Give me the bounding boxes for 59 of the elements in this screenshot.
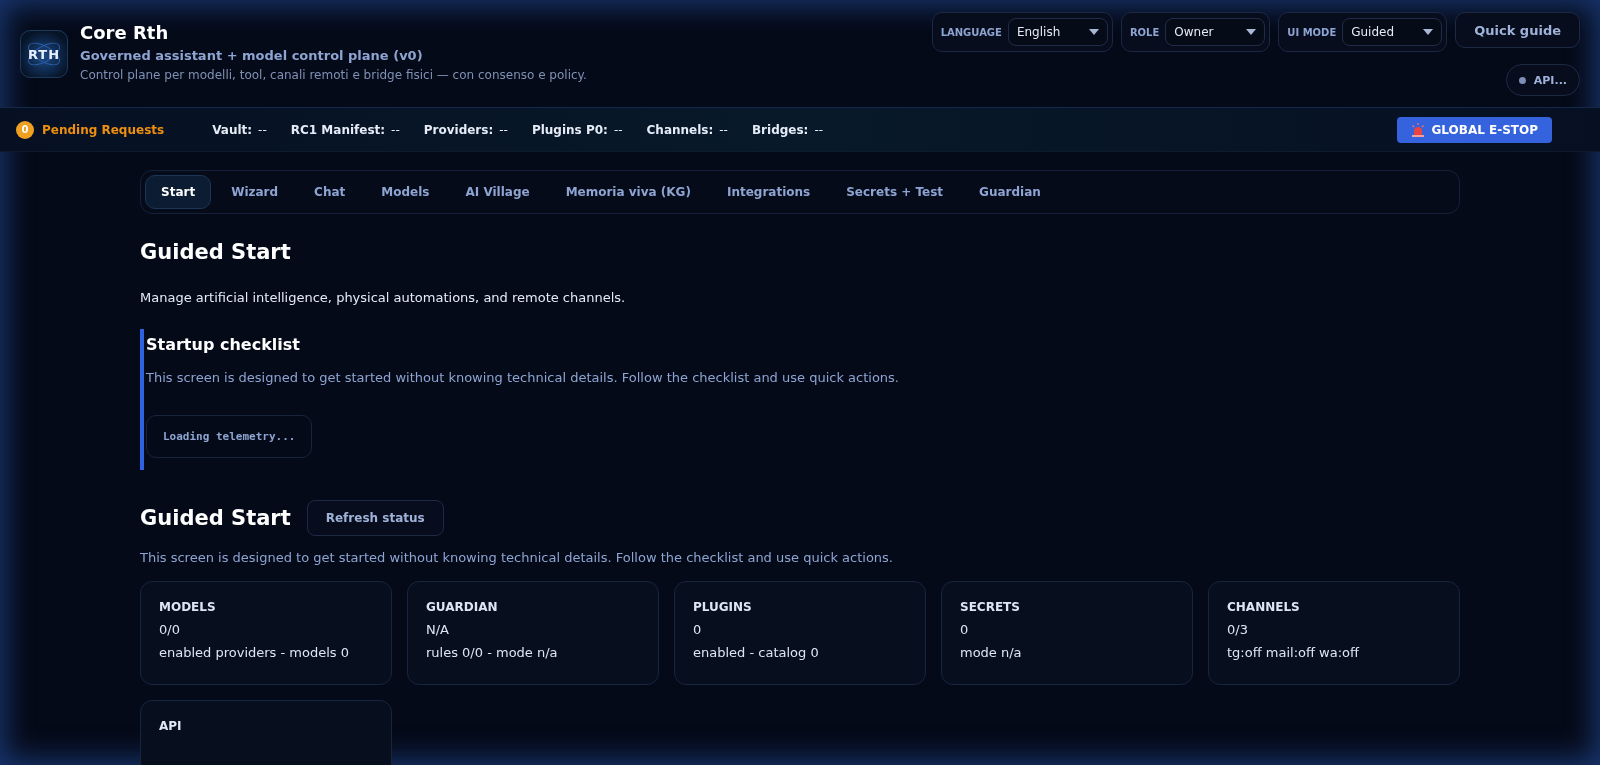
app-logo: RTH <box>20 30 68 78</box>
card-value: 0 <box>960 622 970 637</box>
quick-guide-button[interactable]: Quick guide <box>1455 12 1580 48</box>
checklist-heading: Startup checklist <box>146 335 301 354</box>
tab[interactable]: Integrations <box>710 175 827 209</box>
card-title: PLUGINS <box>693 600 753 614</box>
global-estop-button[interactable]: GLOBAL E-STOP <box>1397 116 1552 143</box>
card-title: CHANNELS <box>1227 600 1301 614</box>
tab[interactable]: Wizard <box>215 175 295 209</box>
section-text: This screen is designed to get started without knowing technical details. Follow the checklist and use quick actions. <box>140 550 894 565</box>
pending-count-badge: 0 <box>16 120 34 139</box>
tab[interactable]: Models <box>365 175 446 209</box>
card-detail: rules 0/0 - mode n/a <box>426 645 559 660</box>
status-item: RC1 Manifest: -- <box>290 122 400 137</box>
checklist-text: This screen is designed to get started without knowing technical details. Follow the checklist and use quick actions. <box>146 370 900 385</box>
status-item: Bridges: -- <box>751 122 824 137</box>
pending-requests-link[interactable]: Pending Requests <box>42 122 165 137</box>
intro-text: Manage artificial intelligence, physical automations, and remote channels. <box>140 290 627 305</box>
status-item: Vault: -- <box>212 122 267 137</box>
tab[interactable]: AI Village <box>449 175 546 209</box>
page-heading: Guided Start <box>140 240 292 264</box>
app-description: Control plane per modelli, tool, canali remoti e bridge fisici — con consenso e policy. <box>80 68 587 82</box>
card-value: 0/0 <box>159 622 181 637</box>
card-value: 0 <box>693 622 703 637</box>
card-title: API <box>159 719 183 733</box>
card-detail: enabled - catalog 0 <box>693 645 820 660</box>
caret-icon <box>1088 29 1099 35</box>
api-status-button[interactable]: API... <box>1505 64 1580 96</box>
tab[interactable]: Guardian <box>963 175 1057 209</box>
status-item: Plugins P0: -- <box>531 122 623 137</box>
card-detail: enabled providers - models 0 <box>159 645 350 660</box>
select-label: LANGUAGE <box>940 26 1002 38</box>
status-item: Channels: -- <box>646 122 728 137</box>
tab[interactable]: Chat <box>298 175 362 209</box>
card-title: SECRETS <box>960 600 1021 614</box>
card-value: 0/3 <box>1227 622 1249 637</box>
card-title: GUARDIAN <box>426 600 499 614</box>
caret-icon <box>1246 29 1257 35</box>
caret-icon <box>1423 29 1434 35</box>
tab[interactable]: Memoria viva (KG) <box>549 175 707 209</box>
siren-icon <box>1411 122 1426 137</box>
telemetry-status: Loading telemetry... <box>146 415 313 458</box>
card-detail: tg:off mail:off wa:off <box>1227 645 1361 660</box>
refresh-status-button[interactable]: Refresh status <box>306 500 444 536</box>
card-detail: mode n/a <box>960 645 1023 660</box>
card-title: MODELS <box>159 600 217 614</box>
status-dot-icon <box>1518 76 1526 84</box>
app-title: Core Rth <box>80 22 170 43</box>
tab[interactable]: Secrets + Test <box>830 175 960 209</box>
dropdown[interactable]: English <box>1007 18 1108 46</box>
app-subtitle: Governed assistant + model control plane (v0) <box>80 48 424 63</box>
select-label: UI MODE <box>1287 26 1337 38</box>
dropdown[interactable]: Guided <box>1342 18 1443 46</box>
status-item: Providers: -- <box>423 122 508 137</box>
tab[interactable]: Start <box>145 175 212 209</box>
select-label: ROLE <box>1129 26 1160 38</box>
card-value: N/A <box>426 622 450 637</box>
section-heading: Guided Start <box>140 506 291 530</box>
dropdown[interactable]: Owner <box>1165 18 1266 46</box>
